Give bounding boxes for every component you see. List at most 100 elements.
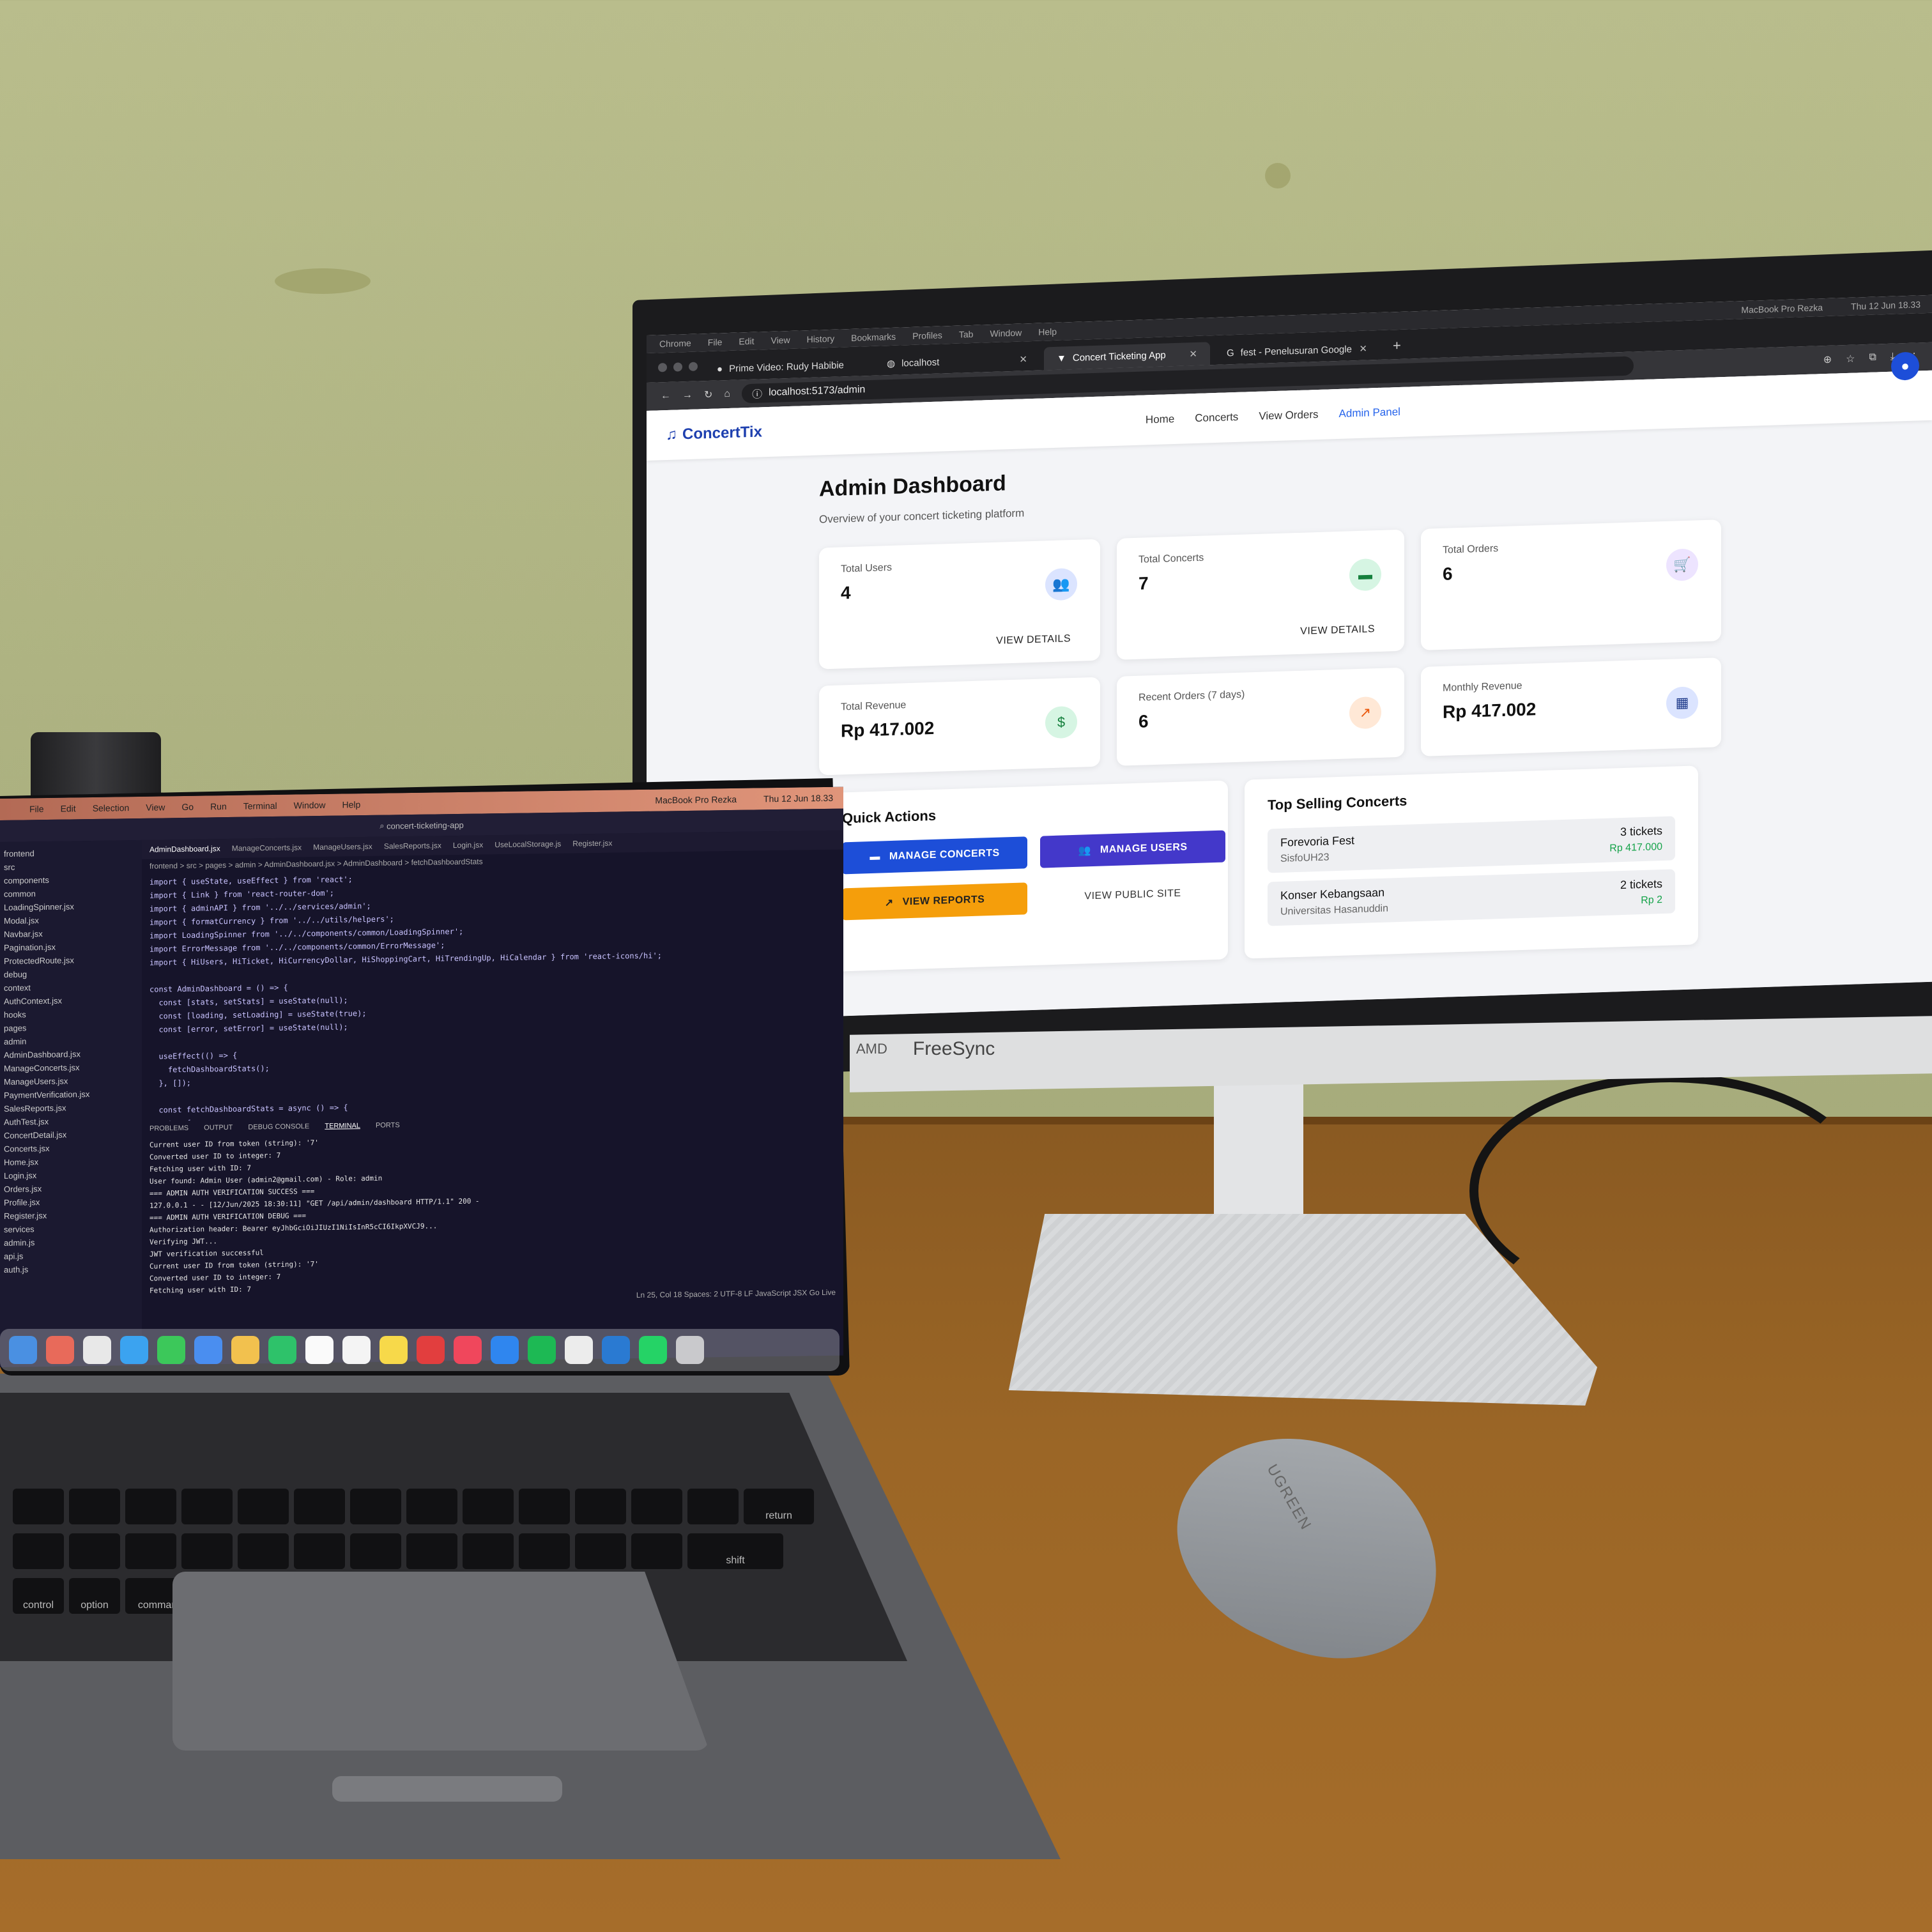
menu-item[interactable]: Help xyxy=(1038,326,1057,337)
key-return[interactable]: return xyxy=(744,1489,814,1524)
trash-icon[interactable] xyxy=(676,1336,704,1364)
home-icon[interactable]: ⌂ xyxy=(724,388,730,400)
news-icon[interactable] xyxy=(417,1336,445,1364)
window-controls[interactable] xyxy=(658,362,698,372)
mail-icon[interactable] xyxy=(194,1336,222,1364)
explorer-item[interactable]: components xyxy=(4,872,138,887)
key[interactable] xyxy=(294,1489,345,1524)
vscode-icon[interactable] xyxy=(602,1336,630,1364)
view-details-link[interactable]: VIEW DETAILS xyxy=(1300,624,1375,638)
menu-item[interactable]: Tab xyxy=(959,329,974,340)
safari-icon[interactable] xyxy=(120,1336,148,1364)
menu-item[interactable]: Edit xyxy=(61,803,76,813)
explorer-item[interactable]: SalesReports.jsx xyxy=(4,1100,138,1116)
key[interactable] xyxy=(181,1533,233,1569)
brand-logo[interactable]: ♫ ConcertTix xyxy=(666,423,762,444)
panel-tab[interactable]: PORTS xyxy=(376,1121,400,1130)
manage-concerts-button[interactable]: ▬ MANAGE CONCERTS xyxy=(842,836,1027,875)
menu-item[interactable]: File xyxy=(708,337,723,348)
key[interactable] xyxy=(350,1533,401,1569)
key[interactable] xyxy=(463,1533,514,1569)
editor-tab[interactable]: ManageUsers.jsx xyxy=(313,842,372,852)
menu-item[interactable]: File xyxy=(29,804,44,814)
menu-item[interactable]: Help xyxy=(342,799,360,809)
chrome-icon[interactable] xyxy=(83,1336,111,1364)
explorer-item[interactable]: Pagination.jsx xyxy=(4,939,138,954)
explorer-item[interactable]: pages xyxy=(4,1020,138,1035)
key[interactable] xyxy=(294,1533,345,1569)
explorer-item[interactable]: admin xyxy=(4,1033,138,1048)
explorer-item[interactable]: ProtectedRoute.jsx xyxy=(4,953,138,968)
key[interactable] xyxy=(631,1533,682,1569)
explorer-item[interactable]: Concerts.jsx xyxy=(4,1140,138,1156)
chatgpt-icon[interactable] xyxy=(565,1336,593,1364)
menu-item[interactable]: Run xyxy=(210,801,227,811)
explorer-item[interactable]: Navbar.jsx xyxy=(4,926,138,941)
key[interactable] xyxy=(238,1533,289,1569)
nav-admin-panel[interactable]: Admin Panel xyxy=(1339,406,1400,420)
spotify-icon[interactable] xyxy=(528,1336,556,1364)
explorer-item[interactable]: common xyxy=(4,885,138,901)
trackpad[interactable] xyxy=(172,1572,709,1751)
facetime-icon[interactable] xyxy=(268,1336,296,1364)
star-icon[interactable]: ☆ xyxy=(1846,353,1855,365)
explorer-item[interactable]: api.js xyxy=(4,1248,138,1263)
menu-item[interactable]: Window xyxy=(294,800,326,811)
key-shift[interactable]: shift xyxy=(687,1533,783,1569)
editor-tab[interactable]: Login.jsx xyxy=(453,840,483,850)
key[interactable] xyxy=(13,1533,64,1569)
panel-tab-active[interactable]: TERMINAL xyxy=(325,1122,360,1130)
key[interactable] xyxy=(575,1489,626,1524)
menu-item[interactable]: Selection xyxy=(93,802,130,813)
launchpad-icon[interactable] xyxy=(46,1336,74,1364)
key[interactable] xyxy=(406,1489,457,1524)
close-icon[interactable]: ✕ xyxy=(1189,348,1197,360)
terminal-output[interactable]: Current user ID from token (string): '7'… xyxy=(142,1127,843,1295)
explorer-item[interactable]: LoadingSpinner.jsx xyxy=(4,899,138,914)
zoom-icon[interactable]: ⊕ xyxy=(1823,353,1832,366)
key[interactable] xyxy=(350,1489,401,1524)
manage-users-button[interactable]: 👥 MANAGE USERS xyxy=(1040,830,1225,868)
menu-item[interactable]: Chrome xyxy=(659,338,691,349)
view-reports-button[interactable]: ↗ VIEW REPORTS xyxy=(842,882,1027,921)
back-icon[interactable]: ← xyxy=(661,390,671,402)
user-avatar-icon[interactable]: ● xyxy=(1891,351,1919,381)
key[interactable] xyxy=(463,1489,514,1524)
close-icon[interactable]: ✕ xyxy=(1359,343,1367,355)
explorer-item[interactable]: frontend xyxy=(4,845,138,861)
explorer-item[interactable]: services xyxy=(4,1221,138,1236)
explorer-item[interactable]: PaymentVerification.jsx xyxy=(4,1087,138,1102)
explorer-item[interactable]: admin.js xyxy=(4,1234,138,1250)
explorer-item[interactable]: hooks xyxy=(4,1006,138,1022)
editor-tab[interactable]: UseLocalStorage.js xyxy=(494,839,561,849)
explorer-item[interactable]: Home.jsx xyxy=(4,1154,138,1169)
editor-tab[interactable]: ManageConcerts.jsx xyxy=(232,843,302,853)
photos-icon[interactable] xyxy=(231,1336,259,1364)
list-item[interactable]: Konser Kebangsaan Universitas Hasanuddin … xyxy=(1268,869,1675,926)
nav-home[interactable]: Home xyxy=(1146,413,1174,426)
explorer-item[interactable]: Orders.jsx xyxy=(4,1181,138,1196)
key[interactable] xyxy=(125,1533,176,1569)
extensions-icon[interactable]: ⧉ xyxy=(1869,352,1876,365)
menu-item[interactable]: View xyxy=(770,335,790,346)
key[interactable] xyxy=(13,1489,64,1524)
key[interactable] xyxy=(125,1489,176,1524)
explorer-item[interactable]: Profile.jsx xyxy=(4,1194,138,1209)
explorer-item[interactable]: ManageUsers.jsx xyxy=(4,1073,138,1089)
explorer-item[interactable]: context xyxy=(4,979,138,995)
explorer-item[interactable]: auth.js xyxy=(4,1261,138,1276)
key[interactable] xyxy=(575,1533,626,1569)
key[interactable] xyxy=(69,1533,120,1569)
panel-tab[interactable]: PROBLEMS xyxy=(150,1124,188,1133)
key[interactable] xyxy=(406,1533,457,1569)
explorer-item[interactable]: Modal.jsx xyxy=(4,912,138,928)
view-details-link[interactable]: VIEW DETAILS xyxy=(996,633,1071,647)
menu-item[interactable]: Window xyxy=(990,328,1022,339)
key[interactable] xyxy=(687,1489,739,1524)
nav-concerts[interactable]: Concerts xyxy=(1195,411,1238,425)
key[interactable] xyxy=(69,1489,120,1524)
nav-view-orders[interactable]: View Orders xyxy=(1259,408,1318,423)
explorer-item[interactable]: AuthContext.jsx xyxy=(4,993,138,1008)
explorer-item[interactable]: debug xyxy=(4,966,138,981)
key[interactable] xyxy=(519,1489,570,1524)
